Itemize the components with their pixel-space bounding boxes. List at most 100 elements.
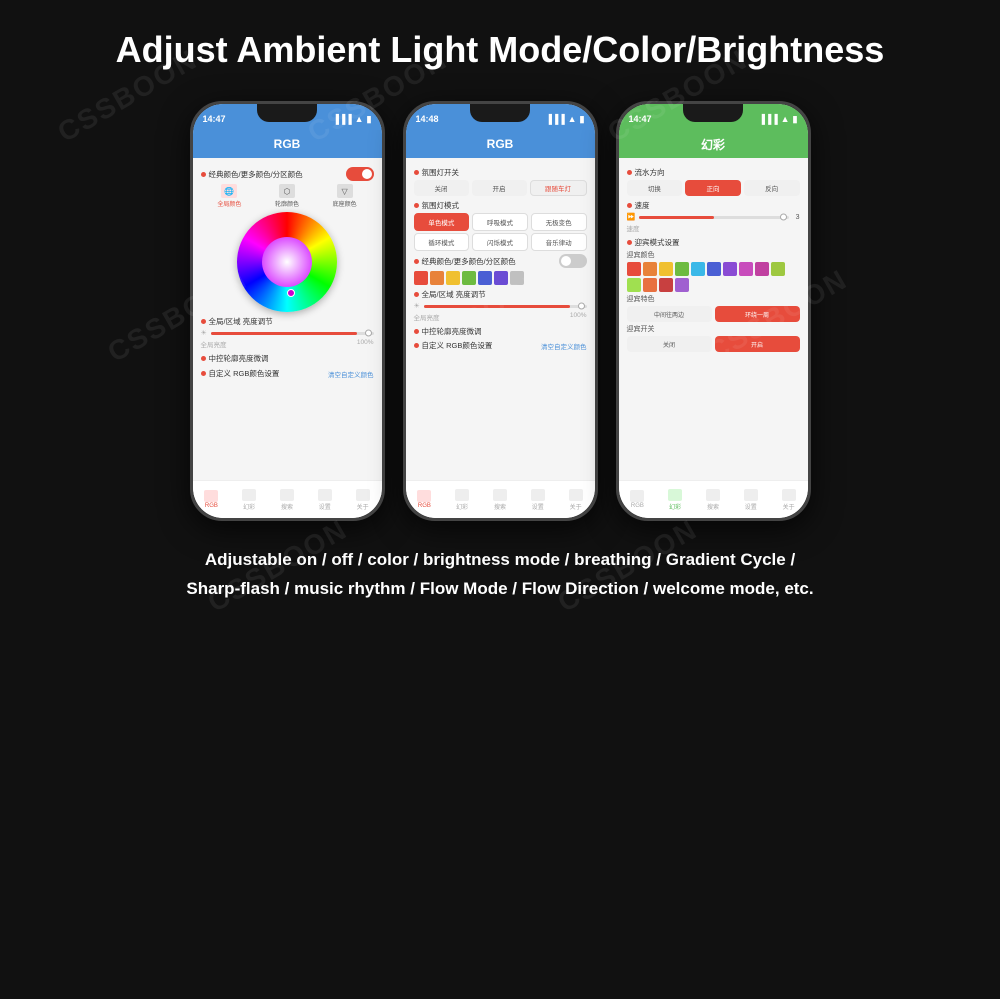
icon-box-global: 🌐 — [221, 184, 237, 198]
toggle-1[interactable] — [346, 167, 374, 181]
tab-icon-rgb — [204, 490, 218, 502]
direction-label: 流水方向 — [627, 167, 800, 178]
tab-about-1[interactable]: 关于 — [356, 489, 370, 511]
phone-1-content: 经典颜色/更多颜色/分区颜色 🌐 全局颜色 ⬡ 轮廓颜色 — [193, 158, 382, 480]
cg-swatch-4[interactable] — [675, 262, 689, 276]
tab-fantasy-2[interactable]: 幻彩 — [455, 489, 469, 511]
welcome-setup-label: 迎宾模式设置 — [627, 237, 800, 248]
welcome-close[interactable]: 关闭 — [627, 336, 712, 352]
dot-2 — [201, 319, 206, 324]
special-center[interactable]: 中间往两边 — [627, 306, 712, 322]
cg-swatch-2[interactable] — [643, 262, 657, 276]
tab-icon-settings — [318, 489, 332, 501]
icon-base[interactable]: ▽ 底座颜色 — [333, 184, 357, 208]
color-section-label: 经典颜色/更多颜色/分区颜色 — [414, 256, 516, 267]
speed-icon: ⏩ — [627, 213, 636, 221]
tab-rgb-2[interactable]: RGB — [417, 490, 431, 509]
mode-music[interactable]: 音乐律动 — [531, 233, 587, 251]
mode-single[interactable]: 单色模式 — [414, 213, 470, 231]
icon-label-base: 底座颜色 — [333, 199, 357, 208]
color-wheel-inner — [262, 237, 312, 287]
cg-swatch-12[interactable] — [643, 278, 657, 292]
sun-icon: ☀ — [201, 329, 207, 337]
cg-swatch-10[interactable] — [771, 262, 785, 276]
notch-3 — [683, 104, 743, 122]
cg-swatch-3[interactable] — [659, 262, 673, 276]
cg-swatch-7[interactable] — [723, 262, 737, 276]
switch-close[interactable]: 关闭 — [414, 180, 469, 196]
welcome-open[interactable]: 开启 — [715, 336, 800, 352]
tab-fantasy-1[interactable]: 幻彩 — [242, 489, 256, 511]
cg-swatch-8[interactable] — [739, 262, 753, 276]
cg-swatch-11[interactable] — [627, 278, 641, 292]
cg-swatch-5[interactable] — [691, 262, 705, 276]
tab-search-1[interactable]: 搜索 — [280, 489, 294, 511]
color-grid — [627, 262, 800, 292]
tab-icon-settings-3 — [744, 489, 758, 501]
swatch-orange[interactable] — [430, 271, 444, 285]
dot-s6 — [414, 343, 419, 348]
swatch-purple[interactable] — [494, 271, 508, 285]
phone-3-inner: 14:47 ▐▐▐ ▲ ▮ 幻彩 流水方向 切换 正向 反 — [619, 104, 808, 518]
tab-settings-3[interactable]: 设置 — [744, 489, 758, 511]
app-header-3: 幻彩 — [619, 130, 808, 158]
mode-row-1: 单色模式 呼吸模式 无极变色 — [414, 213, 587, 231]
tab-search-2[interactable]: 搜索 — [493, 489, 507, 511]
dot-g2 — [627, 203, 632, 208]
dir-reverse[interactable]: 反向 — [744, 180, 800, 196]
mode-gradient[interactable]: 无极变色 — [531, 213, 587, 231]
cg-swatch-1[interactable] — [627, 262, 641, 276]
phone-3: 14:47 ▐▐▐ ▲ ▮ 幻彩 流水方向 切换 正向 反 — [616, 101, 811, 521]
cg-swatch-14[interactable] — [675, 278, 689, 292]
cg-swatch-6[interactable] — [707, 262, 721, 276]
tab-search-3[interactable]: 搜索 — [706, 489, 720, 511]
speed-track-label: 速度 — [627, 223, 800, 233]
dot-s2 — [414, 203, 419, 208]
tab-about-3[interactable]: 关于 — [782, 489, 796, 511]
swatch-gray[interactable] — [510, 271, 524, 285]
custom-link[interactable]: 清空自定义颜色 — [328, 369, 374, 379]
tab-icon-search-2 — [493, 489, 507, 501]
icon-outline[interactable]: ⬡ 轮廓颜色 — [275, 184, 299, 208]
tab-settings-2[interactable]: 设置 — [531, 489, 545, 511]
swatch-green[interactable] — [462, 271, 476, 285]
swatch-yellow[interactable] — [446, 271, 460, 285]
color-wheel[interactable] — [237, 212, 337, 312]
slider-track-1[interactable] — [211, 332, 374, 335]
tab-rgb-3[interactable]: RGB — [630, 490, 644, 509]
swatch-red[interactable] — [414, 271, 428, 285]
custom-label: 自定义 RGB颜色设置 — [201, 368, 280, 379]
custom-link-2[interactable]: 清空自定义颜色 — [541, 341, 587, 351]
tab-icon-rgb-3 — [630, 490, 644, 502]
tab-fantasy-3[interactable]: 幻彩 — [668, 489, 682, 511]
mode-cycle[interactable]: 循环模式 — [414, 233, 470, 251]
toggle-switch-1[interactable] — [346, 167, 374, 181]
mode-flash[interactable]: 闪烁模式 — [472, 233, 528, 251]
speed-label: 速度 — [627, 200, 800, 211]
mode-breath[interactable]: 呼吸模式 — [472, 213, 528, 231]
dir-forward[interactable]: 正向 — [685, 180, 741, 196]
brightness-sublabel: 全局亮度 — [201, 339, 227, 349]
toggle-2[interactable] — [559, 254, 587, 268]
cg-swatch-9[interactable] — [755, 262, 769, 276]
cg-swatch-13[interactable] — [659, 278, 673, 292]
status-icons-3: ▐▐▐ ▲ ▮ — [758, 114, 797, 125]
brightness-section-2: 全局/区域 亮度调节 — [414, 289, 587, 300]
dot-s1 — [414, 170, 419, 175]
tab-settings-1[interactable]: 设置 — [318, 489, 332, 511]
tab-about-2[interactable]: 关于 — [569, 489, 583, 511]
swatch-blue[interactable] — [478, 271, 492, 285]
wifi-icon: ▲ — [355, 114, 364, 124]
switch-follow[interactable]: 跟随车灯 — [530, 180, 587, 196]
slider-thumb-2 — [578, 303, 585, 310]
tab-icon-about — [356, 489, 370, 501]
switch-open[interactable]: 开启 — [472, 180, 527, 196]
tab-rgb-1[interactable]: RGB — [204, 490, 218, 509]
custom-label-2: 自定义 RGB颜色设置 — [414, 340, 493, 351]
icon-global[interactable]: 🌐 全局颜色 — [217, 184, 241, 208]
slider-track-2[interactable] — [424, 305, 587, 308]
slider-track-3[interactable] — [639, 216, 788, 219]
app-header-2: RGB — [406, 130, 595, 158]
special-circle[interactable]: 环绕一周 — [715, 306, 800, 322]
dir-switch[interactable]: 切换 — [627, 180, 683, 196]
